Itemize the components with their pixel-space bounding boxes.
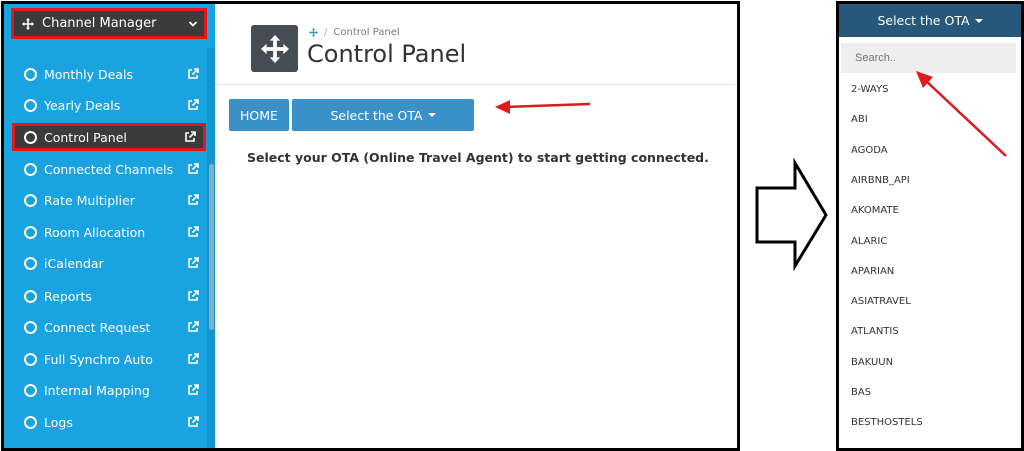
external-link-icon[interactable] — [187, 226, 199, 238]
sidebar-item[interactable]: Monthly Deals — [12, 60, 206, 88]
main-panel: / Control Panel Control Panel HOME Selec… — [215, 4, 737, 448]
channel-manager-label: Channel Manager — [42, 16, 157, 31]
external-link-icon[interactable] — [187, 290, 199, 302]
home-button-label: HOME — [240, 107, 278, 123]
sidebar-item[interactable]: Logs — [12, 408, 206, 436]
ota-option[interactable]: AGODA — [851, 145, 888, 156]
sidebar-item[interactable]: Connected Channels — [12, 155, 206, 183]
channel-manager-menu[interactable]: Channel Manager — [11, 8, 207, 39]
home-button[interactable]: HOME — [229, 99, 289, 131]
sidebar-item[interactable]: Room Allocation — [12, 218, 206, 246]
instruction-text: Select your OTA (Online Travel Agent) to… — [247, 150, 709, 165]
sidebar-item-label: Monthly Deals — [44, 66, 133, 82]
chevron-down-icon — [188, 20, 198, 27]
ota-option[interactable]: ABI — [851, 114, 868, 125]
circle-icon — [24, 193, 37, 207]
external-link-icon[interactable] — [187, 68, 199, 80]
ota-option[interactable]: ALARIC — [851, 236, 887, 247]
sidebar-item-label: Internal Mapping — [44, 382, 150, 398]
ota-search-input[interactable] — [841, 43, 1016, 73]
sidebar-scroll-thumb[interactable] — [209, 164, 214, 330]
ota-option[interactable]: APARIAN — [851, 266, 894, 277]
sidebar-item-label: Room Allocation — [44, 224, 146, 240]
sidebar-item[interactable]: Reports — [12, 282, 206, 310]
circle-icon — [24, 98, 37, 112]
sidebar-item-label: Yearly Deals — [44, 97, 121, 113]
move-arrows-icon — [260, 34, 289, 63]
sidebar-item-label: Connected Channels — [44, 161, 174, 177]
ota-dropdown-title: Select the OTA — [877, 13, 970, 28]
ota-option[interactable]: BESTHOSTELS — [851, 417, 923, 428]
select-ota-label: Select the OTA — [330, 107, 423, 123]
circle-icon — [24, 256, 37, 270]
sidebar-item[interactable]: Connect Request — [12, 313, 206, 341]
circle-icon — [24, 162, 37, 176]
external-link-icon[interactable] — [187, 163, 199, 175]
circle-icon — [24, 225, 37, 239]
sidebar-item-label: Rate Multiplier — [44, 192, 135, 208]
ota-option[interactable]: ASIATRAVEL — [851, 296, 911, 307]
external-link-icon[interactable] — [187, 353, 199, 365]
ota-dropdown-header[interactable]: Select the OTA — [839, 4, 1021, 37]
circle-icon — [24, 383, 37, 397]
page-header: / Control Panel Control Panel — [215, 4, 735, 85]
external-link-icon[interactable] — [187, 384, 199, 396]
circle-icon — [24, 415, 37, 429]
external-link-icon[interactable] — [187, 321, 199, 333]
sidebar-item-label: Connect Request — [44, 319, 151, 335]
sidebar-item[interactable]: iCalendar — [12, 249, 206, 277]
circle-icon — [24, 352, 37, 366]
ota-option[interactable]: BAS — [851, 387, 871, 398]
move-arrows-icon — [22, 17, 34, 30]
external-link-icon[interactable] — [187, 194, 199, 206]
caret-down-icon — [974, 18, 983, 23]
sidebar-item-label: Reports — [44, 288, 92, 304]
breadcrumb: / Control Panel — [309, 27, 400, 38]
move-arrows-icon[interactable] — [309, 28, 318, 37]
circle-icon — [24, 67, 37, 81]
ota-option[interactable]: AIRBNB_API — [851, 175, 910, 186]
sidebar-item[interactable]: Internal Mapping — [12, 376, 206, 404]
transition-arrow-icon — [755, 157, 828, 272]
external-link-icon[interactable] — [187, 99, 199, 111]
sidebar: Channel Manager Monthly Deals Yearly Deal… — [4, 4, 215, 448]
external-link-icon[interactable] — [187, 416, 199, 428]
ota-option[interactable]: ATLANTIS — [851, 326, 899, 337]
page-icon — [251, 25, 298, 72]
circle-icon — [24, 130, 37, 144]
sidebar-item[interactable]: Full Synchro Auto — [12, 345, 206, 373]
circle-icon — [24, 289, 37, 303]
sidebar-item-label: iCalendar — [44, 255, 104, 271]
sidebar-item[interactable]: Rate Multiplier — [12, 186, 206, 214]
external-link-icon[interactable] — [187, 257, 199, 269]
breadcrumb-current: Control Panel — [333, 27, 400, 38]
sidebar-item[interactable]: Control Panel — [12, 123, 206, 151]
caret-down-icon — [427, 113, 436, 117]
page-title: Control Panel — [307, 40, 467, 68]
left-screenshot: Channel Manager Monthly Deals Yearly Deal… — [1, 1, 740, 451]
sidebar-item[interactable]: Yearly Deals — [12, 91, 206, 119]
external-link-icon[interactable] — [184, 131, 196, 143]
ota-option[interactable]: AKOMATE — [851, 205, 899, 216]
circle-icon — [24, 320, 37, 334]
breadcrumb-separator: / — [324, 27, 328, 38]
select-ota-button[interactable]: Select the OTA — [292, 99, 474, 131]
sidebar-item-label: Logs — [44, 414, 73, 430]
ota-option[interactable]: BAKUUN — [851, 357, 893, 368]
right-screenshot: Select the OTA 2-WAYS ABI AGODA AIRBNB_API A… — [836, 1, 1024, 451]
sidebar-item-label: Full Synchro Auto — [44, 351, 153, 367]
ota-option[interactable]: 2-WAYS — [851, 84, 888, 95]
sidebar-item-label: Control Panel — [44, 129, 127, 145]
